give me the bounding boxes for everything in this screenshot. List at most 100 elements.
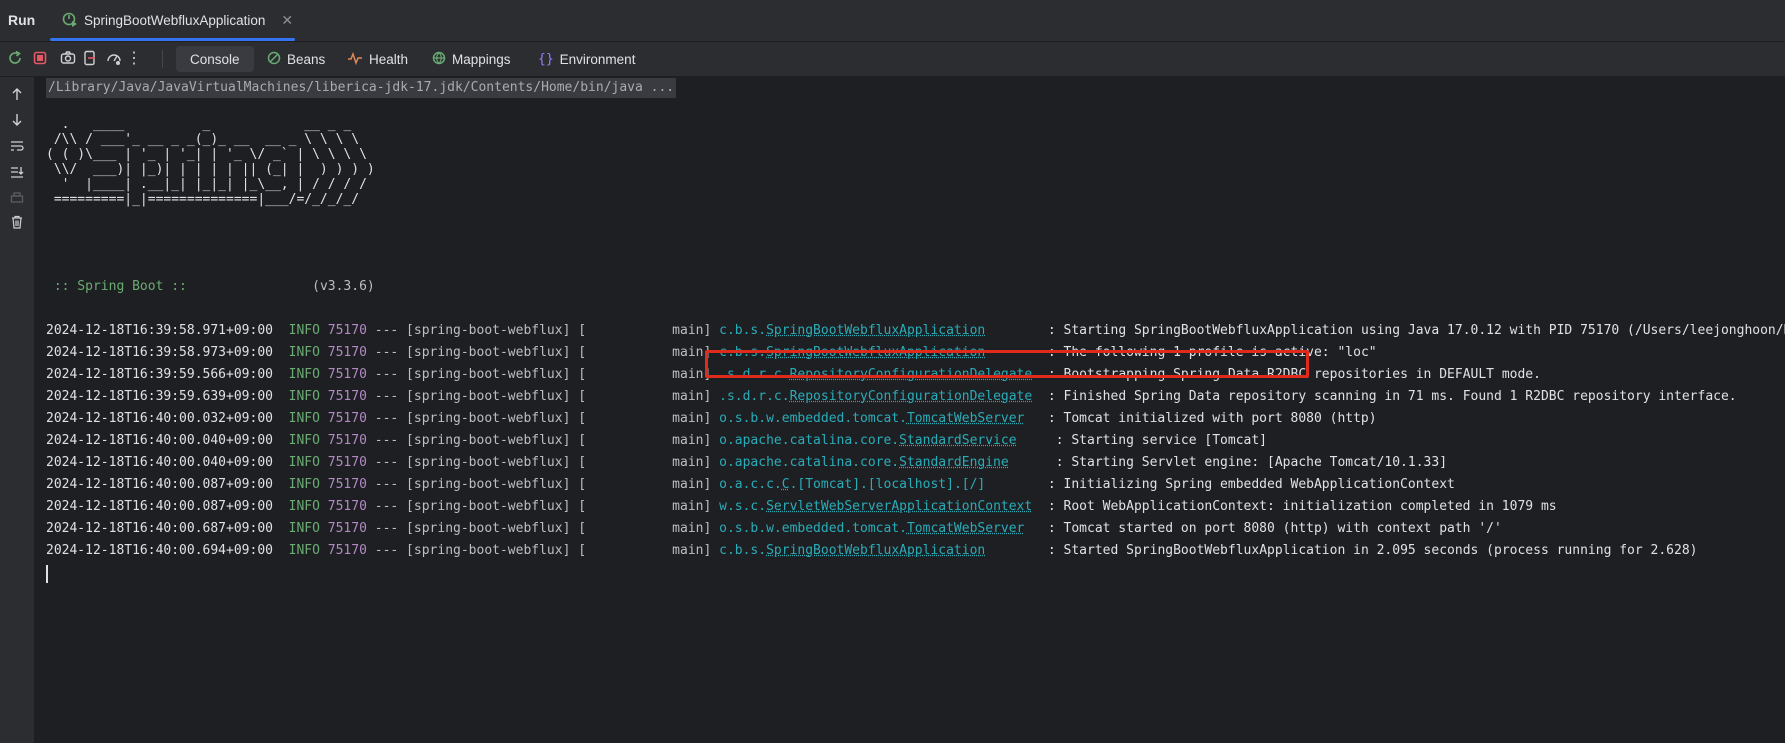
log-message: : Starting Servlet engine: [Apache Tomca… [1055, 455, 1448, 470]
log-message: : Initializing Spring embedded WebApplic… [1047, 477, 1455, 492]
spring-boot-version-line: :: Spring Boot :: (v3.3.6) [46, 277, 375, 297]
profiler-icon[interactable] [104, 48, 124, 68]
log-logger-link[interactable]: o.apache.catalina.core.StandardEngine [719, 455, 1009, 470]
log-pid: 75170 [327, 367, 367, 382]
tab-mappings[interactable]: Mappings [432, 42, 511, 76]
log-message: : Started SpringBootWebfluxApplication i… [1047, 543, 1698, 558]
log-pid: 75170 [327, 433, 367, 448]
logger-class: SpringBootWebfluxApplication [766, 323, 986, 338]
console-output[interactable]: /Library/Java/JavaVirtualMachines/liberi… [35, 77, 1785, 743]
console-side-toolbar [0, 77, 35, 743]
log-padding [1032, 499, 1040, 514]
log-padding [1017, 433, 1048, 448]
log-padding [1024, 411, 1040, 426]
log-level: INFO [280, 521, 320, 536]
arrow-up-icon[interactable] [7, 84, 27, 104]
java-command-line[interactable]: /Library/Java/JavaVirtualMachines/liberi… [46, 78, 677, 98]
tab-mappings-label: Mappings [452, 51, 511, 67]
log-line: 2024-12-18T16:39:58.971+09:00 INFO 75170… [46, 320, 1785, 342]
log-logger-link[interactable]: c.b.s.SpringBootWebfluxApplication [719, 543, 985, 558]
log-line: 2024-12-18T16:40:00.087+09:00 INFO 75170… [46, 474, 1785, 496]
log-message: : Tomcat started on port 8080 (http) wit… [1047, 521, 1502, 536]
run-toolbar: ⋮ Console Beans Health Mappings {} Envir… [0, 42, 1785, 77]
run-configuration-tab[interactable]: SpringBootWebfluxApplication ✕ [50, 0, 295, 41]
log-timestamp: 2024-12-18T16:39:59.566+09:00 [46, 367, 273, 382]
logger-class: StandardEngine [899, 455, 1009, 470]
log-level: INFO [280, 455, 320, 470]
log-logger-link[interactable]: .s.d.r.c.RepositoryConfigurationDelegate [719, 389, 1032, 404]
tab-beans[interactable]: Beans [267, 42, 325, 76]
more-options-icon[interactable]: ⋮ [124, 48, 144, 68]
log-pid: 75170 [327, 455, 367, 470]
log-pid: 75170 [327, 323, 367, 338]
log-message: : Root WebApplicationContext: initializa… [1047, 499, 1557, 514]
log-message: : Starting SpringBootWebfluxApplication … [1047, 323, 1785, 338]
log-pid: 75170 [327, 499, 367, 514]
tab-console[interactable]: Console [176, 46, 254, 72]
tab-environment[interactable]: {} Environment [538, 42, 635, 76]
scroll-to-end-icon[interactable] [7, 162, 27, 182]
log-message: : Finished Spring Data repository scanni… [1047, 389, 1737, 404]
log-timestamp: 2024-12-18T16:40:00.040+09:00 [46, 433, 273, 448]
log-message: : Starting service [Tomcat] [1055, 433, 1268, 448]
logger-class: TomcatWebServer [906, 521, 1025, 536]
tab-health[interactable]: Health [347, 42, 408, 76]
log-logger-link[interactable]: o.a.c.c.C.[Tomcat].[localhost].[/] [719, 477, 1040, 492]
exit-icon[interactable] [80, 48, 100, 68]
log-logger-link[interactable]: o.s.b.w.embedded.tomcat.TomcatWebServer [719, 521, 1024, 536]
log-level: INFO [280, 345, 320, 360]
log-timestamp: 2024-12-18T16:40:00.087+09:00 [46, 477, 273, 492]
log-pid: 75170 [327, 543, 367, 558]
log-level: INFO [280, 543, 320, 558]
log-line: 2024-12-18T16:40:00.040+09:00 INFO 75170… [46, 452, 1785, 474]
soft-wrap-icon[interactable] [7, 136, 27, 156]
run-tab-title: SpringBootWebfluxApplication [84, 12, 266, 28]
log-timestamp: 2024-12-18T16:40:00.087+09:00 [46, 499, 273, 514]
log-logger-link[interactable]: c.b.s.SpringBootWebfluxApplication [719, 323, 985, 338]
logger-package: o.s.b.w.embedded.tomcat. [719, 411, 907, 426]
spring-boot-version: (v3.3.6) [194, 279, 375, 294]
mappings-icon [432, 51, 446, 68]
active-tab-indicator [50, 38, 295, 41]
log-padding [1009, 455, 1048, 470]
toolbar-separator [162, 50, 163, 68]
log-pid: 75170 [327, 477, 367, 492]
arrow-down-icon[interactable] [7, 110, 27, 130]
log-padding [1024, 521, 1040, 536]
camera-icon[interactable] [58, 48, 78, 68]
log-thread: --- [spring-boot-webflux] [ main] [366, 499, 720, 514]
logger-package: w.s.c. [719, 499, 767, 514]
logger-class: C [781, 477, 790, 492]
log-timestamp: 2024-12-18T16:40:00.040+09:00 [46, 455, 273, 470]
log-thread: --- [spring-boot-webflux] [ main] [366, 367, 720, 382]
logger-class: TomcatWebServer [906, 411, 1025, 426]
tab-health-label: Health [369, 51, 409, 67]
log-pid: 75170 [327, 521, 367, 536]
log-thread: --- [spring-boot-webflux] [ main] [366, 389, 720, 404]
logger-package: o.apache.catalina.core. [719, 455, 900, 470]
run-tool-window-header: Run SpringBootWebfluxApplication ✕ [0, 0, 1785, 42]
spring-boot-run-icon [62, 11, 78, 30]
log-logger-link[interactable]: o.s.b.w.embedded.tomcat.TomcatWebServer [719, 411, 1024, 426]
close-icon[interactable]: ✕ [281, 12, 293, 29]
rerun-icon[interactable] [5, 48, 25, 68]
spring-banner: . ____ _ __ _ _ /\\ / ___'_ __ _ _(_)_ _… [46, 117, 375, 207]
stop-icon[interactable] [30, 48, 50, 68]
log-thread: --- [spring-boot-webflux] [ main] [366, 543, 720, 558]
logger-tail: .[Tomcat].[localhost].[/] [789, 477, 1041, 492]
log-thread: --- [spring-boot-webflux] [ main] [366, 323, 720, 338]
log-thread: --- [spring-boot-webflux] [ main] [366, 411, 720, 426]
logger-package: .s.d.r.c. [719, 389, 790, 404]
trash-icon[interactable] [7, 212, 27, 232]
logger-package: o.s.b.w.embedded.tomcat. [719, 521, 907, 536]
logger-class: SpringBootWebfluxApplication [766, 543, 986, 558]
log-logger-link[interactable]: w.s.c.ServletWebServerApplicationContext [719, 499, 1032, 514]
log-level: INFO [280, 389, 320, 404]
log-line: 2024-12-18T16:40:00.032+09:00 INFO 75170… [46, 408, 1785, 430]
print-icon [7, 188, 27, 208]
log-thread: --- [spring-boot-webflux] [ main] [366, 345, 720, 360]
run-label: Run [8, 12, 36, 28]
log-thread: --- [spring-boot-webflux] [ main] [366, 455, 720, 470]
log-logger-link[interactable]: o.apache.catalina.core.StandardService [719, 433, 1016, 448]
beans-icon [267, 51, 281, 68]
